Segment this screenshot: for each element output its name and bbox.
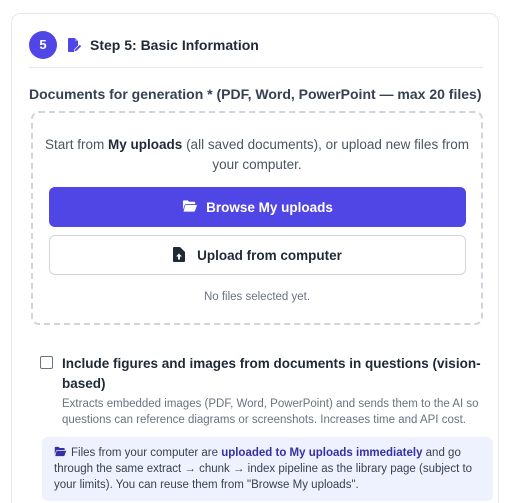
folder-open-icon [182, 199, 198, 215]
vision-checkbox[interactable] [40, 356, 53, 369]
file-edit-icon [66, 37, 82, 53]
selection-status: No files selected yet. [203, 291, 311, 303]
info-bold: uploaded to My uploads immediately [221, 447, 423, 459]
step-header: 5 Step 5: Basic Information [29, 30, 483, 68]
vision-description: Extracts embedded images (PDF, Word, Pow… [62, 398, 479, 426]
step-number-badge: 5 [29, 30, 57, 59]
documents-label: Documents for generation * (PDF, Word, P… [29, 86, 482, 102]
folder-open-icon [54, 446, 67, 457]
step-title: Step 5: Basic Information [90, 36, 259, 53]
intro-suffix: (all saved documents), or upload new fil… [182, 137, 469, 172]
info-prefix: Files from your computer are [71, 447, 222, 459]
upload-from-computer-label: Upload from computer [197, 247, 342, 263]
upload-dropzone[interactable]: Start from My uploads (all saved documen… [31, 111, 483, 325]
dropzone-intro: Start from My uploads (all saved documen… [43, 135, 471, 175]
browse-uploads-label: Browse My uploads [206, 199, 333, 215]
vision-option: Include figures and images from document… [40, 354, 490, 394]
intro-bold: My uploads [108, 137, 183, 152]
step-card: 5 Step 5: Basic Information Documents fo… [11, 13, 499, 503]
vision-checkbox-label[interactable]: Include figures and images from document… [62, 354, 482, 394]
browse-uploads-button[interactable]: Browse My uploads [49, 187, 466, 227]
upload-from-computer-button[interactable]: Upload from computer [49, 235, 466, 275]
file-upload-icon [173, 247, 189, 263]
upload-info-box: Files from your computer are uploaded to… [42, 437, 493, 501]
intro-prefix: Start from [45, 137, 109, 152]
